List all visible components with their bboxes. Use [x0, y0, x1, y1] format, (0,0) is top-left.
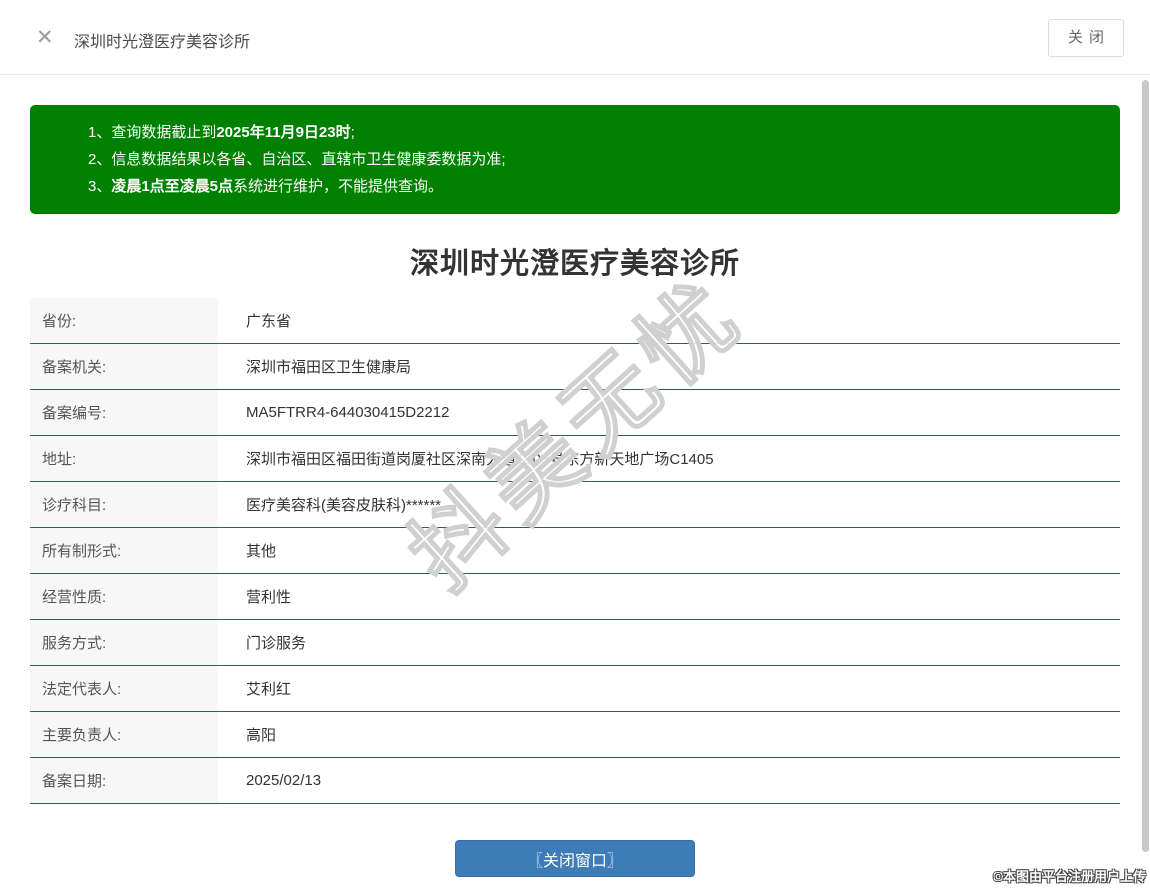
close-window-button[interactable]: 〖关闭窗口〗 [455, 840, 695, 877]
notice-bold-text: 2025年11月9日23时 [216, 124, 351, 141]
table-row: 服务方式: 门诊服务 [30, 620, 1120, 666]
row-value: 艾利红 [218, 666, 1120, 711]
row-value: 高阳 [218, 712, 1120, 757]
notice-text: 1、查询数据截止到 [88, 124, 217, 141]
row-value: MA5FTRR4-644030415D2212 [218, 390, 1120, 435]
row-label: 诊疗科目: [30, 482, 218, 527]
notice-bold-text: 凌晨1点至凌晨5点 [111, 178, 234, 195]
row-value: 深圳市福田区卫生健康局 [218, 344, 1120, 389]
table-row: 经营性质: 营利性 [30, 574, 1120, 620]
row-label: 备案日期: [30, 758, 218, 803]
main-content: 1、查询数据截止到2025年11月9日23时; 2、信息数据结果以各省、自治区、… [0, 105, 1150, 877]
page-title: 深圳时光澄医疗美容诊所 [409, 248, 740, 280]
vertical-scrollbar[interactable] [1142, 80, 1149, 852]
row-label: 备案编号: [30, 390, 218, 435]
row-label: 地址: [30, 436, 218, 481]
notice-text: 系统进行维护，不能提供查询。 [233, 178, 444, 195]
table-row: 诊疗科目: 医疗美容科(美容皮肤科)****** [30, 482, 1120, 528]
row-label: 备案机关: [30, 344, 218, 389]
row-label: 所有制形式: [30, 528, 218, 573]
table-row: 省份: 广东省 [30, 298, 1120, 344]
notice-line: 1、查询数据截止到2025年11月9日23时; [88, 119, 1100, 146]
notice-text: ; [350, 124, 355, 141]
row-value: 广东省 [218, 298, 1120, 343]
notice-line: 3、凌晨1点至凌晨5点系统进行维护，不能提供查询。 [88, 173, 1100, 200]
row-label: 省份: [30, 298, 218, 343]
table-row: 所有制形式: 其他 [30, 528, 1120, 574]
header-bar: ✕ 深圳时光澄医疗美容诊所 关闭 [0, 0, 1150, 75]
row-value: 其他 [218, 528, 1120, 573]
notice-text: 2、信息数据结果以各省、自治区、直辖市卫生健康委数据为准; [88, 151, 506, 168]
row-label: 主要负责人: [30, 712, 218, 757]
row-value: 医疗美容科(美容皮肤科)****** [218, 482, 1120, 527]
record-table: 省份: 广东省 备案机关: 深圳市福田区卫生健康局 备案编号: MA5FTRR4… [30, 298, 1120, 804]
notice-line: 2、信息数据结果以各省、自治区、直辖市卫生健康委数据为准; [88, 146, 1100, 173]
row-value: 营利性 [218, 574, 1120, 619]
row-label: 服务方式: [30, 620, 218, 665]
row-label: 经营性质: [30, 574, 218, 619]
row-value: 2025/02/13 [218, 758, 1120, 803]
footer-credit-watermark: ©本图由平台注册用户上传 [993, 869, 1146, 884]
close-x-icon[interactable]: ✕ [36, 24, 54, 52]
row-value: 门诊服务 [218, 620, 1120, 665]
notice-text: 3、 [88, 178, 112, 195]
header-close-button[interactable]: 关闭 [1048, 19, 1124, 57]
row-value: 深圳市福田区福田街道岗厦社区深南大道1003号东方新天地广场C1405 [218, 436, 1120, 481]
table-row: 主要负责人: 高阳 [30, 712, 1120, 758]
notice-box: 1、查询数据截止到2025年11月9日23时; 2、信息数据结果以各省、自治区、… [30, 105, 1120, 214]
table-row: 备案机关: 深圳市福田区卫生健康局 [30, 344, 1120, 390]
table-row: 备案日期: 2025/02/13 [30, 758, 1120, 804]
row-label: 法定代表人: [30, 666, 218, 711]
button-row: 〖关闭窗口〗 [30, 840, 1120, 877]
table-row: 法定代表人: 艾利红 [30, 666, 1120, 712]
table-row: 备案编号: MA5FTRR4-644030415D2212 [30, 390, 1120, 436]
header-title: 深圳时光澄医疗美容诊所 [74, 34, 251, 51]
table-row: 地址: 深圳市福田区福田街道岗厦社区深南大道1003号东方新天地广场C1405 [30, 436, 1120, 482]
